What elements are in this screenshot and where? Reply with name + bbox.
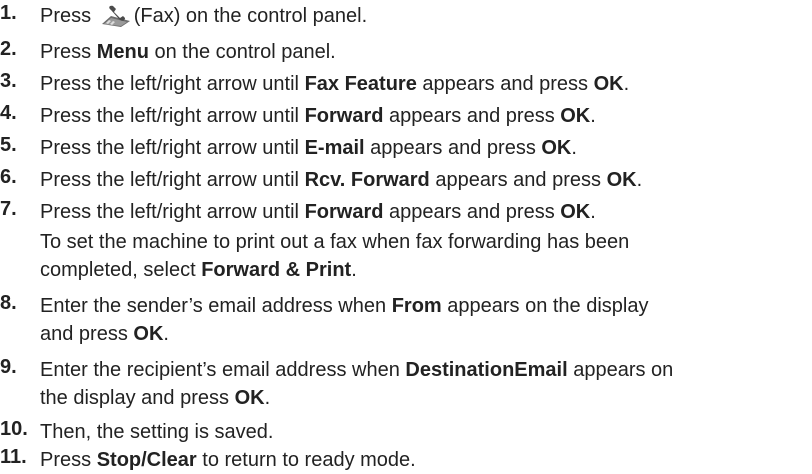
step-number: 4. — [0, 102, 17, 124]
step-keyword: OK — [541, 137, 572, 159]
step-note: To set the machine to print out a fax wh… — [40, 231, 630, 253]
step-text-part: appears and press — [364, 137, 542, 159]
step-note: completed, select Forward & Print. — [40, 256, 357, 284]
step-text: Press the left/right arrow until E-mail … — [40, 134, 577, 162]
step-text-part: Press the left/right arrow until — [40, 73, 305, 95]
step-text-part: Press — [40, 5, 97, 27]
step-number: 10. — [0, 418, 28, 440]
step-text: the display and press OK. — [40, 384, 270, 412]
step-number: 3. — [0, 70, 17, 92]
step-text-part: appears and press — [383, 201, 561, 223]
step-keyword: Forward — [304, 201, 384, 223]
fax-icon — [101, 5, 130, 27]
step-text-part: (Fax) on the control panel. — [133, 5, 368, 27]
step-text: Press Menu on the control panel. — [40, 38, 336, 66]
step-number: 8. — [0, 292, 17, 314]
step-text: Enter the recipient’s email address when… — [40, 356, 673, 384]
step-text: and press OK. — [40, 320, 169, 348]
step-text-part: . — [590, 201, 596, 223]
step-keyword: OK — [560, 105, 591, 127]
step-keyword: From — [391, 295, 442, 317]
step-text-part: . — [163, 323, 169, 345]
step-keyword: Forward — [304, 105, 384, 127]
step-keyword: Menu — [96, 41, 149, 63]
step-text-part: to return to ready mode. — [196, 449, 416, 471]
step-text-part: appears on the display — [441, 295, 649, 317]
step-text-part: . — [590, 105, 596, 127]
step-text: Press the left/right arrow until Fax Fea… — [40, 70, 629, 98]
step-text-part: Enter the recipient’s email address when — [40, 359, 406, 381]
step-keyword: OK — [593, 73, 624, 95]
step-keyword: OK — [133, 323, 164, 345]
step-text-part: and press — [40, 323, 134, 345]
step-keyword: E-mail — [304, 137, 365, 159]
step-text: Press Stop/Clear to return to ready mode… — [40, 446, 416, 474]
step-text-part: . — [636, 169, 643, 191]
step-text-part: completed, select — [40, 259, 202, 281]
step-text-part: appears and press — [383, 105, 561, 127]
step-text-part: . — [623, 73, 630, 95]
step-text-part: . — [351, 259, 357, 281]
step-text-part: appears on — [567, 359, 674, 381]
step-text: Then, the setting is saved. — [40, 421, 274, 443]
step-text-part: . — [571, 137, 577, 159]
step-text-part: appears and press — [429, 169, 607, 191]
step-number: 9. — [0, 356, 17, 378]
instruction-steps: 1. Press (Fax) on the control panel. 2. … — [0, 0, 812, 474]
step-number: 1. — [0, 2, 17, 24]
step-text: Press the left/right arrow until Forward… — [40, 102, 596, 130]
step-number: 7. — [0, 198, 17, 220]
step-text-part: Enter the sender’s email address when — [40, 295, 392, 317]
step-text-part: on the control panel. — [148, 41, 336, 63]
step-number: 2. — [0, 38, 17, 60]
step-number: 5. — [0, 134, 17, 156]
step-keyword: OK — [560, 201, 591, 223]
step-keyword: Fax Feature — [304, 73, 417, 95]
step-text-part: Press — [40, 41, 97, 63]
step-text: Enter the sender’s email address when Fr… — [40, 292, 649, 320]
step-keyword: OK — [606, 169, 637, 191]
step-text: Press (Fax) on the control panel. — [40, 2, 367, 30]
step-keyword: DestinationEmail — [405, 359, 568, 381]
step-keyword: Stop/Clear — [96, 449, 197, 471]
step-text: Press the left/right arrow until Rcv. Fo… — [40, 166, 642, 194]
step-text-part: Press the left/right arrow until — [40, 105, 305, 127]
step-keyword: Rcv. Forward — [304, 169, 430, 191]
step-text-part: Press the left/right arrow until — [40, 201, 305, 223]
step-number: 6. — [0, 166, 17, 188]
step-text-part: . — [264, 387, 271, 409]
step-text-part: Press — [40, 449, 97, 471]
step-number: 11. — [0, 446, 27, 468]
step-text-part: appears and press — [416, 73, 594, 95]
step-text: Press the left/right arrow until Forward… — [40, 198, 596, 226]
step-text-part: Press the left/right arrow until — [40, 169, 305, 191]
step-text-part: the display and press — [40, 387, 235, 409]
step-keyword: OK — [234, 387, 265, 409]
step-text-part: Press the left/right arrow until — [40, 137, 305, 159]
step-keyword: Forward & Print — [201, 259, 352, 281]
